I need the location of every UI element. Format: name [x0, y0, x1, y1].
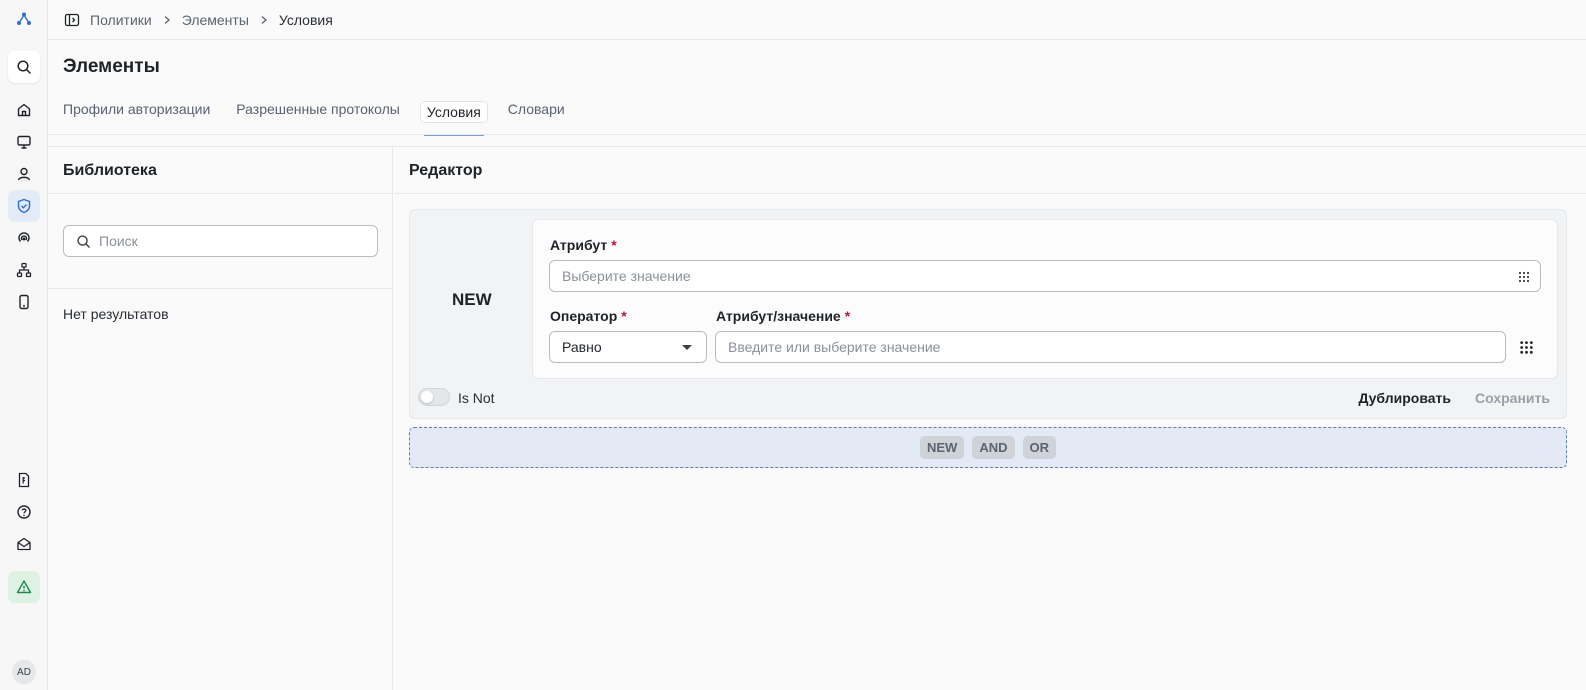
broadcast-icon[interactable] — [8, 222, 40, 254]
user-icon[interactable] — [8, 158, 40, 190]
grid-icon[interactable] — [1517, 270, 1531, 284]
library-panel: Библиотека Нет результатов — [48, 147, 393, 690]
is-not-toggle[interactable] — [418, 388, 450, 406]
editor-panel: Редактор NEW Атрибут * Выберите значение … — [394, 147, 1586, 690]
caret-down-icon — [682, 345, 692, 350]
home-icon[interactable] — [8, 94, 40, 126]
breadcrumb-item-conditions: Условия — [278, 11, 333, 28]
value-label: Атрибут/значение * — [716, 308, 850, 324]
condition-label: NEW — [452, 290, 492, 309]
operator-label-text: Оператор — [550, 308, 618, 324]
value-input[interactable]: Введите или выберите значение — [715, 331, 1506, 363]
editor-title: Редактор — [409, 162, 483, 179]
save-button[interactable]: Сохранить — [1475, 390, 1550, 406]
divider — [48, 193, 392, 194]
or-chip[interactable]: OR — [1022, 436, 1056, 459]
operator-label: Оператор * — [550, 308, 627, 324]
attribute-label-text: Атрибут — [550, 237, 608, 253]
divider — [48, 134, 1586, 135]
new-chip[interactable]: NEW — [919, 436, 965, 459]
divider — [48, 288, 392, 289]
value-placeholder: Введите или выберите значение — [728, 339, 941, 355]
divider — [394, 193, 1586, 194]
tab-label: Условия — [419, 101, 488, 123]
sidebar-toggle-icon[interactable] — [64, 12, 80, 28]
condition-dropzone[interactable]: NEW AND OR — [409, 427, 1567, 468]
library-title: Библиотека — [63, 162, 157, 179]
attribute-placeholder: Выберите значение — [562, 268, 691, 284]
shield-check-icon[interactable] — [8, 190, 40, 222]
breadcrumb-item-policies[interactable]: Политики — [90, 12, 152, 28]
toggle-knob — [421, 391, 433, 403]
tab-dictionaries[interactable]: Словари — [508, 97, 565, 135]
operator-value: Равно — [562, 339, 602, 355]
grid-icon[interactable] — [1519, 340, 1534, 355]
help-icon[interactable] — [8, 496, 40, 528]
condition-fields: Атрибут * Выберите значение Оператор * Рав… — [532, 219, 1558, 379]
tab-auth-profiles[interactable]: Профили авторизации — [63, 97, 210, 135]
attribute-label: Атрибут * — [550, 237, 617, 253]
attribute-select[interactable]: Выберите значение — [549, 260, 1541, 292]
duplicate-button[interactable]: Дублировать — [1358, 390, 1451, 406]
breadcrumb: Политики Элементы Условия — [48, 0, 1586, 40]
tab-label: Профили авторизации — [63, 101, 211, 117]
left-rail: AD — [0, 0, 48, 690]
operator-dropdown[interactable]: Равно — [549, 331, 707, 363]
network-icon[interactable] — [8, 254, 40, 286]
logo-icon[interactable] — [8, 3, 40, 35]
search-icon[interactable] — [8, 51, 40, 83]
search-icon — [76, 234, 91, 249]
tab-label: Разрешенные протоколы — [236, 101, 400, 117]
and-chip[interactable]: AND — [972, 436, 1015, 459]
mobile-icon[interactable] — [8, 286, 40, 318]
tab-conditions[interactable]: Условия — [419, 97, 488, 136]
tab-bar: Профили авторизации Разрешенные протокол… — [63, 97, 591, 136]
mail-icon[interactable] — [8, 528, 40, 560]
tab-allowed-protocols[interactable]: Разрешенные протоколы — [236, 97, 400, 135]
chevron-right-icon — [259, 15, 269, 25]
chevron-right-icon — [162, 15, 172, 25]
search-input[interactable] — [99, 233, 359, 249]
page-title: Элементы — [63, 56, 160, 77]
tab-label: Словари — [507, 101, 565, 117]
library-search-field[interactable] — [63, 225, 378, 257]
value-label-text: Атрибут/значение — [716, 308, 841, 324]
empty-state-text: Нет результатов — [63, 306, 169, 322]
breadcrumb-item-elements[interactable]: Элементы — [182, 12, 249, 28]
condition-card: NEW Атрибут * Выберите значение Оператор *… — [409, 209, 1567, 419]
is-not-label: Is Not — [458, 390, 495, 406]
monitor-icon[interactable] — [8, 126, 40, 158]
required-mark: * — [611, 237, 617, 253]
alert-icon[interactable] — [8, 571, 40, 603]
required-mark: * — [844, 308, 851, 324]
billing-icon[interactable] — [8, 464, 40, 496]
avatar[interactable]: AD — [12, 660, 36, 684]
required-mark: * — [621, 308, 627, 324]
